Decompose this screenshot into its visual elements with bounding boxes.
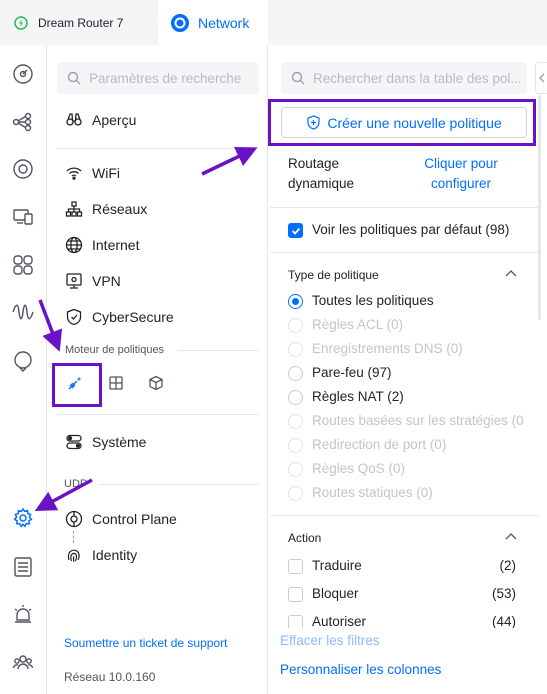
annotation-arrows (34, 147, 258, 512)
arrow-to-create-policy (201, 147, 258, 176)
arrow-to-settings (34, 478, 93, 512)
arrow-to-policy-engine (38, 299, 63, 352)
